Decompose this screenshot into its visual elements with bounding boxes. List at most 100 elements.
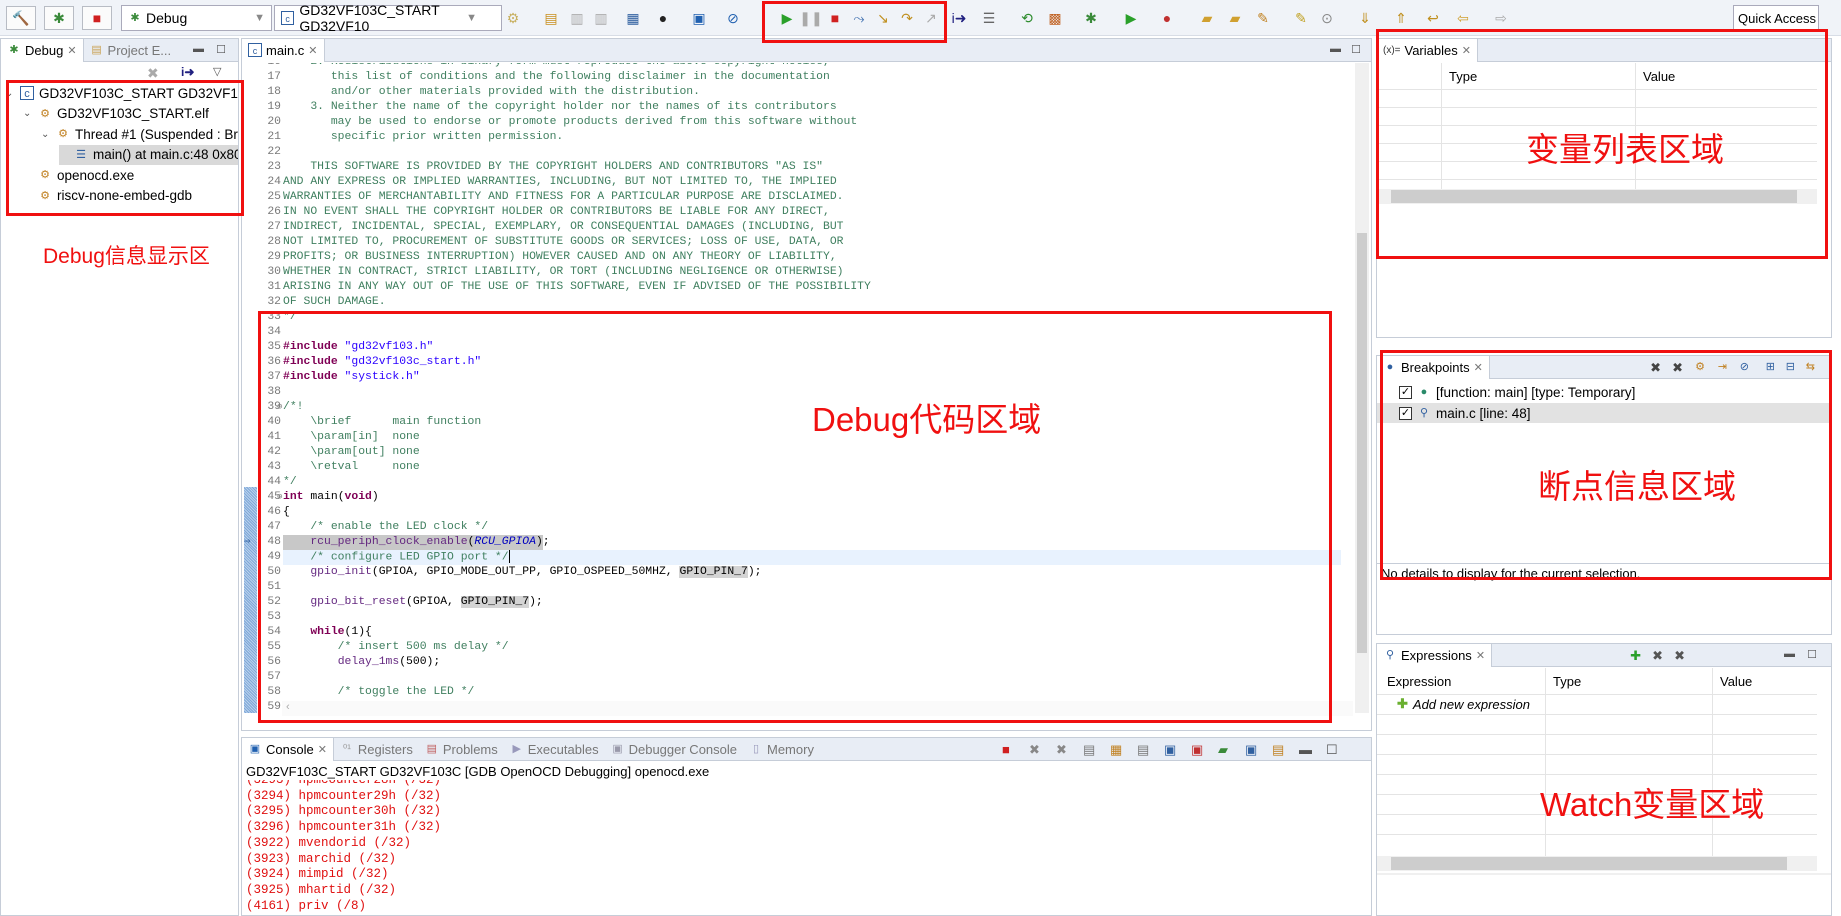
code-token: THIS SOFTWARE IS PROVIDED BY THE COPYRIG… <box>283 161 824 173</box>
clear-console-icon[interactable]: ▤ <box>1083 742 1095 758</box>
line-number: 18 <box>267 86 281 98</box>
column-header-expression[interactable]: Expression <box>1387 674 1451 689</box>
column-header-type[interactable]: Type <box>1553 674 1581 689</box>
debug-run-icon[interactable]: ✱ <box>1080 6 1102 30</box>
launch-config-combo[interactable]: c GD32VF103C_START GD32VF10 ▼ <box>274 2 502 34</box>
maximize-icon[interactable]: ☐ <box>1351 43 1361 56</box>
line-number: 21 <box>267 131 281 143</box>
remove-all-expressions-icon[interactable]: ✖ <box>1674 648 1685 664</box>
project-explorer-icon: ▤ <box>91 44 102 56</box>
console-output[interactable]: (3293) hpmcounter28h (/32) (3294) hpmcoun… <box>242 780 1352 916</box>
profile-icon[interactable]: ● <box>652 6 674 30</box>
next-annotation-icon[interactable]: ⇓ <box>1354 6 1376 30</box>
open-project-icon[interactable]: ▰ <box>1224 6 1246 30</box>
scroll-lock-icon[interactable]: ▦ <box>1110 742 1122 758</box>
add-new-expression[interactable]: ✚ Add new expression <box>1397 696 1530 712</box>
minimize-icon[interactable]: ▬ <box>1330 43 1341 55</box>
remove-expression-icon[interactable]: ✖ <box>1652 648 1663 664</box>
code-text: INDIRECT, INCIDENTAL, SPECIAL, EXEMPLARY… <box>283 220 844 235</box>
tab-console[interactable]: ▣ Console ✕ <box>242 737 334 761</box>
prev-annotation-icon[interactable]: ⇑ <box>1390 6 1412 30</box>
code-line: 30 WHETHER IN CONTRACT, STRICT LIABILITY,… <box>243 265 1341 280</box>
console-line: (3924) mimpid (/32) <box>246 867 389 882</box>
remove-all-terminated-icon[interactable]: ✖ <box>1056 742 1067 758</box>
close-icon[interactable]: ✕ <box>318 743 327 756</box>
maximize-icon[interactable]: ☐ <box>216 43 226 56</box>
remove-launch-icon[interactable]: ✖ <box>1029 742 1040 758</box>
close-icon[interactable]: ✕ <box>308 44 317 57</box>
open-console-icon[interactable]: ▤ <box>1272 742 1284 758</box>
debug-bug-button[interactable]: ✱ <box>44 6 74 30</box>
code-text: THIS SOFTWARE IS PROVIDED BY THE COPYRIG… <box>283 160 823 175</box>
instruction-step-icon[interactable]: i➜ <box>181 65 194 79</box>
vertical-scrollbar[interactable] <box>1355 63 1369 713</box>
code-text: IN NO EVENT SHALL THE COPYRIGHT HOLDER O… <box>283 205 830 220</box>
launch-mode-combo[interactable]: ✱ Debug ▼ <box>121 5 272 31</box>
scrollbar-thumb[interactable] <box>1357 233 1367 653</box>
pin-console-icon[interactable]: ▰ <box>1218 742 1228 758</box>
maximize-icon[interactable]: ☐ <box>1807 648 1817 661</box>
tab-memory[interactable]: ▯ Memory <box>743 738 820 761</box>
minimize-icon[interactable]: ▬ <box>1784 648 1795 660</box>
minimize-icon[interactable]: ▬ <box>193 43 204 55</box>
minimize-icon[interactable]: ▬ <box>1299 742 1312 757</box>
tab-main-c[interactable]: c main.c ✕ <box>242 38 325 62</box>
forward-icon[interactable]: ⇨ <box>1490 6 1512 30</box>
open-folder-icon[interactable]: ▰ <box>1196 6 1218 30</box>
back-icon[interactable]: ⇦ <box>1452 6 1474 30</box>
annotation-debug-info: Debug信息显示区 <box>43 245 210 268</box>
debug-bug-icon: ✱ <box>130 12 140 24</box>
terminal-icon[interactable]: ▣ <box>688 6 710 30</box>
save-all-icon[interactable]: ▥ <box>590 6 612 30</box>
code-line: 18 and/or other materials provided with … <box>243 85 1341 100</box>
horizontal-scrollbar[interactable] <box>1377 856 1817 871</box>
show-on-stdout-icon[interactable]: ▣ <box>1164 742 1176 758</box>
word-wrap-icon[interactable]: ▤ <box>1137 742 1149 758</box>
show-on-stderr-icon[interactable]: ▣ <box>1191 742 1203 758</box>
external-tools-icon[interactable]: ● <box>1156 6 1178 30</box>
display-console-icon[interactable]: ▣ <box>1245 742 1257 758</box>
column-header-value[interactable]: Value <box>1720 674 1752 689</box>
maximize-icon[interactable]: ☐ <box>1326 742 1338 758</box>
executables-icon: ▶ <box>512 743 521 755</box>
close-icon[interactable]: ✕ <box>1476 649 1485 662</box>
tab-executables[interactable]: ▶ Executables <box>504 738 605 761</box>
tab-problems[interactable]: ▤ Problems <box>419 738 504 761</box>
new-icon[interactable]: ▤ <box>540 6 562 30</box>
tab-debugger-console[interactable]: ▣ Debugger Console <box>605 738 743 761</box>
console-line: (3925) mhartid (/32) <box>246 882 397 897</box>
pin-icon[interactable]: ⊙ <box>1316 6 1338 30</box>
line-number: 25 <box>267 191 281 203</box>
view-menu-icon[interactable]: ▽ <box>213 65 221 78</box>
code-text: AND ANY EXPRESS OR IMPLIED WARRANTIES, I… <box>283 175 837 190</box>
threads-icon[interactable]: ☰ <box>978 6 1000 30</box>
tab-label: Expressions <box>1401 647 1472 663</box>
memory-icon[interactable]: ▩ <box>1044 6 1066 30</box>
add-expression-icon[interactable]: ✚ <box>1630 648 1641 664</box>
tab-project-explorer[interactable]: ▤ Project E... <box>84 39 178 62</box>
last-edit-icon[interactable]: ↩ <box>1422 6 1444 30</box>
line-number: 29 <box>267 251 281 263</box>
build-hammer-button[interactable]: 🔨 <box>6 6 36 30</box>
tools-icon[interactable]: ✎ <box>1252 6 1274 30</box>
stop-button[interactable]: ■ <box>82 6 112 30</box>
terminate-icon[interactable]: ■ <box>1002 742 1010 757</box>
launch-config-gear-icon[interactable]: ⚙ <box>503 6 523 30</box>
skip-breakpoints-icon[interactable]: ⊘ <box>722 6 744 30</box>
code-text: and/or other materials provided with the… <box>283 85 700 100</box>
close-icon[interactable]: ✕ <box>67 44 76 57</box>
instruction-step-icon[interactable]: i➜ <box>948 6 970 30</box>
mark-occurrences-icon[interactable]: ✎ <box>1290 6 1312 30</box>
tab-debug[interactable]: ✱ Debug ✕ <box>1 38 84 62</box>
restart-icon[interactable]: ⟲ <box>1016 6 1038 30</box>
code-text: ARISING IN ANY WAY OUT OF THE USE OF THI… <box>283 280 871 295</box>
tab-registers[interactable]: ⁰¹ Registers <box>334 738 419 761</box>
tab-expressions[interactable]: ⚲ Expressions ✕ <box>1377 643 1493 667</box>
run-icon[interactable]: ▶ <box>1120 6 1142 30</box>
tab-label: Console <box>266 741 314 757</box>
save-icon[interactable]: ▥ <box>566 6 588 30</box>
binary-icon[interactable]: ▦ <box>622 6 644 30</box>
quick-access-field[interactable]: Quick Access <box>1733 5 1819 31</box>
line-number: 27 <box>267 221 281 233</box>
line-number: 16 <box>257 63 281 70</box>
